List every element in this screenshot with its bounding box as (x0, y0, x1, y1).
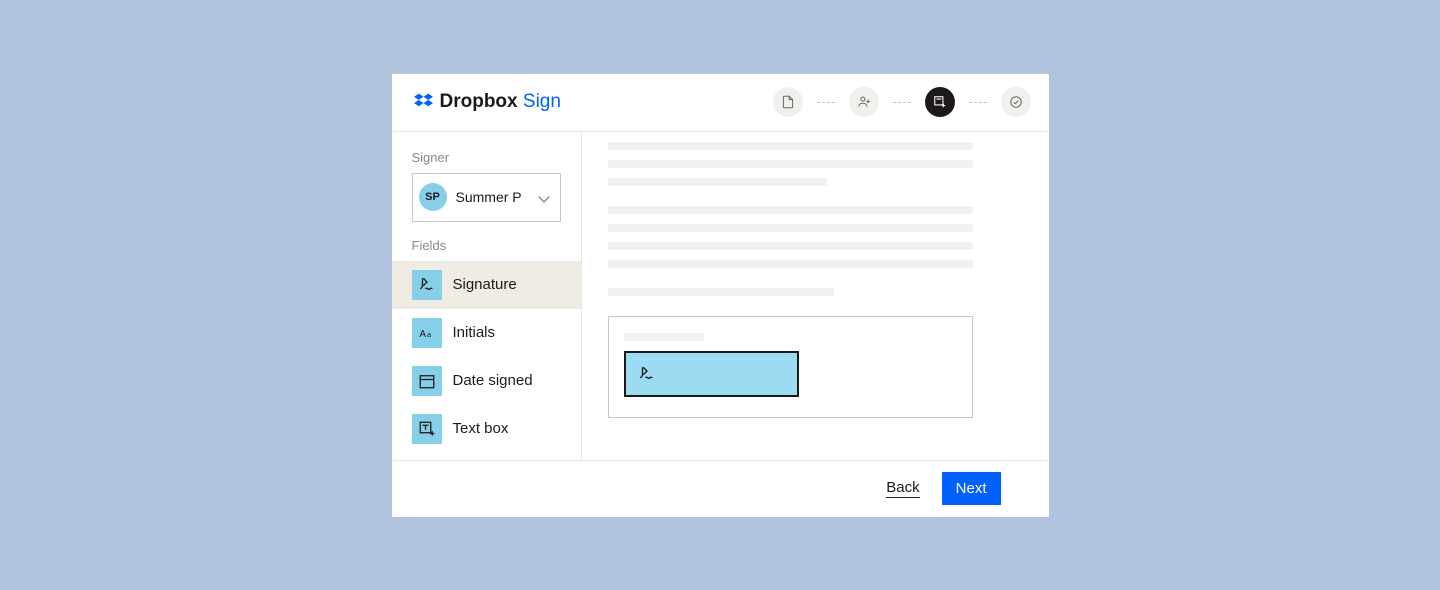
signature-field[interactable] (624, 351, 799, 397)
placeholder-line (608, 242, 973, 250)
placeholder-line (608, 288, 834, 296)
field-textbox[interactable]: Text box (392, 405, 581, 453)
step-divider (969, 102, 987, 103)
textbox-icon (412, 414, 442, 444)
step-review[interactable] (1001, 87, 1031, 117)
placeholder-line (608, 160, 973, 168)
brand-logo: Dropbox Sign (414, 91, 561, 113)
app-window: Dropbox Sign Signer SP Summer P Fields (392, 74, 1049, 517)
signature-icon (638, 365, 656, 383)
sidebar: Signer SP Summer P Fields Signature Aa I… (392, 132, 582, 460)
signature-label (624, 333, 704, 341)
signer-select[interactable]: SP Summer P (412, 173, 561, 222)
document-preview (582, 132, 1049, 460)
dropbox-icon (414, 92, 434, 112)
next-button[interactable]: Next (942, 472, 1001, 505)
initials-icon: Aa (412, 318, 442, 348)
svg-text:A: A (419, 328, 426, 339)
placeholder-line (608, 260, 973, 268)
signature-icon (412, 270, 442, 300)
calendar-icon (412, 366, 442, 396)
placeholder-line (608, 206, 973, 214)
step-divider (893, 102, 911, 103)
field-label: Text box (453, 420, 509, 437)
step-indicator (773, 87, 1031, 117)
step-document[interactable] (773, 87, 803, 117)
placeholder-line (608, 178, 827, 186)
content: Signer SP Summer P Fields Signature Aa I… (392, 132, 1049, 460)
fields-list: Signature Aa Initials Date signed Text b… (412, 261, 561, 453)
placeholder-line (608, 224, 973, 232)
step-divider (817, 102, 835, 103)
field-label: Initials (453, 324, 496, 341)
field-label: Signature (453, 276, 517, 293)
header: Dropbox Sign (392, 74, 1049, 132)
step-signers[interactable] (849, 87, 879, 117)
signature-area (608, 316, 973, 418)
field-initials[interactable]: Aa Initials (392, 309, 581, 357)
field-label: Date signed (453, 372, 533, 389)
avatar: SP (419, 183, 447, 211)
placeholder-line (608, 142, 973, 150)
chevron-down-icon (538, 191, 549, 202)
fields-label: Fields (412, 238, 561, 253)
footer: Back Next (392, 460, 1049, 517)
field-signature[interactable]: Signature (392, 261, 581, 309)
brand-text: Dropbox Sign (440, 91, 561, 113)
field-date[interactable]: Date signed (392, 357, 581, 405)
signer-name: Summer P (456, 189, 540, 205)
signer-label: Signer (412, 150, 561, 165)
back-button[interactable]: Back (886, 479, 919, 498)
step-fields[interactable] (925, 87, 955, 117)
svg-text:a: a (427, 329, 432, 338)
